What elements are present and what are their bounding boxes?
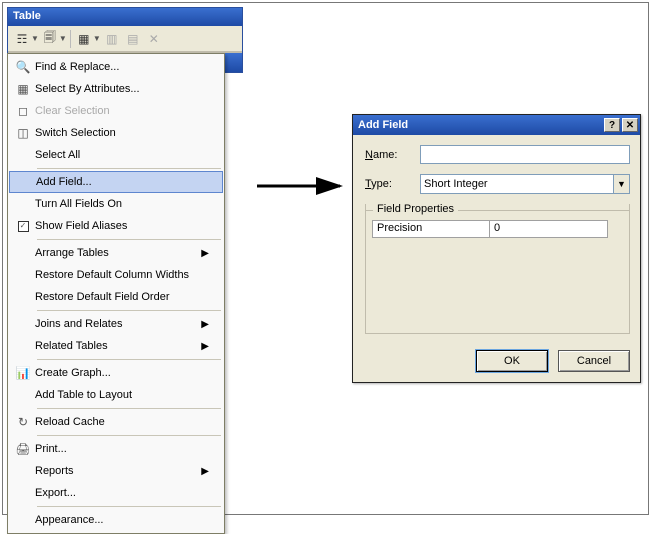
menu-item-select-all[interactable]: Select All (9, 144, 223, 166)
menu-item-reports[interactable]: Reports▶ (9, 460, 223, 482)
copy-icon[interactable]: 🗐 (40, 29, 60, 49)
cancel-button[interactable]: Cancel (558, 350, 630, 372)
menu-item-create-graph[interactable]: 📊Create Graph... (9, 362, 223, 384)
combobox-drop-icon[interactable]: ▼ (613, 175, 629, 193)
menu-item-clear-selection: ◻Clear Selection (9, 100, 223, 122)
menu-item-label: Restore Default Field Order (35, 291, 209, 303)
menu-item-export[interactable]: Export... (9, 482, 223, 504)
help-button[interactable]: ? (604, 118, 620, 132)
dropdown-icon[interactable]: ▼ (59, 34, 67, 43)
reports-icon (11, 460, 35, 482)
menu-item-label: Restore Default Column Widths (35, 269, 209, 281)
table-toolbar: ☶▼🗐▼▦▼▥▤✕ (8, 26, 242, 52)
annotation-arrow (255, 174, 350, 201)
menu-item-label: Export... (35, 487, 209, 499)
prop-name-cell[interactable]: Precision (372, 220, 490, 238)
menu-item-label: Clear Selection (35, 105, 209, 117)
reload-icon: ↻ (11, 411, 35, 433)
add-field-dialog: Add Field ? ✕ Name: Type: Short Integer … (352, 114, 641, 383)
submenu-arrow-icon: ▶ (201, 248, 209, 259)
menu-item-label: Print... (35, 443, 209, 455)
layout-icon (11, 384, 35, 406)
menu-item-switch-selection[interactable]: ◫Switch Selection (9, 122, 223, 144)
appearance-icon (11, 509, 35, 531)
export-icon (11, 482, 35, 504)
submenu-arrow-icon: ▶ (201, 341, 209, 352)
submenu-arrow-icon: ▶ (201, 466, 209, 477)
clear-sel-icon: ◻ (11, 100, 35, 122)
table-window-title: Table (8, 8, 242, 26)
list-icon[interactable]: ☶ (12, 29, 32, 49)
menu-item-label: Show Field Aliases (35, 220, 209, 232)
table-options-menu: 🔍Find & Replace...▦Select By Attributes.… (7, 53, 225, 534)
prop-value-cell[interactable]: 0 (490, 220, 608, 238)
menu-item-label: Find & Replace... (35, 61, 209, 73)
title-text: Table (13, 10, 41, 22)
group-title: Field Properties (373, 203, 458, 215)
arrange-icon (11, 242, 35, 264)
menu-item-label: Select By Attributes... (35, 83, 209, 95)
menu-item-label: Switch Selection (35, 127, 209, 139)
restore-widths-icon (11, 264, 35, 286)
menu-item-add-field[interactable]: Add Field... (9, 171, 223, 193)
menu-item-label: Create Graph... (35, 367, 209, 379)
menu-item-select-by-attributes[interactable]: ▦Select By Attributes... (9, 78, 223, 100)
grid-del-icon: ▤ (123, 29, 143, 49)
menu-item-show-field-aliases[interactable]: ✓Show Field Aliases (9, 215, 223, 237)
close-x-icon: ✕ (144, 29, 164, 49)
ok-button[interactable]: OK (476, 350, 548, 372)
fields-on-icon (11, 193, 35, 215)
close-button[interactable]: ✕ (622, 118, 638, 132)
menu-item-joins-and-relates[interactable]: Joins and Relates▶ (9, 313, 223, 335)
name-input[interactable] (420, 145, 630, 164)
menu-item-label: Turn All Fields On (35, 198, 209, 210)
menu-item-label: Add Table to Layout (35, 389, 209, 401)
print-icon: 🖨 (11, 438, 35, 460)
restore-order-icon (11, 286, 35, 308)
menu-item-turn-all-fields-on[interactable]: Turn All Fields On (9, 193, 223, 215)
switch-sel-icon: ◫ (11, 122, 35, 144)
binoculars-icon: 🔍 (11, 56, 35, 78)
dialog-title: Add Field (358, 119, 408, 131)
name-label: Name: (365, 149, 420, 161)
menu-item-restore-default-column-widths[interactable]: Restore Default Column Widths (9, 264, 223, 286)
table-icon[interactable]: ▦ (74, 29, 94, 49)
menu-item-label: Joins and Relates (35, 318, 201, 330)
field-properties-group: Field Properties Precision 0 (365, 204, 630, 334)
dropdown-icon[interactable]: ▼ (31, 34, 39, 43)
menu-item-label: Select All (35, 149, 209, 161)
menu-item-label: Reports (35, 465, 201, 477)
menu-item-restore-default-field-order[interactable]: Restore Default Field Order (9, 286, 223, 308)
menu-item-find-replace[interactable]: 🔍Find & Replace... (9, 56, 223, 78)
dropdown-icon[interactable]: ▼ (93, 34, 101, 43)
related-icon (11, 335, 35, 357)
type-combobox[interactable]: Short Integer ▼ (420, 174, 630, 194)
menu-item-appearance[interactable]: Appearance... (9, 509, 223, 531)
menu-item-add-table-to-layout[interactable]: Add Table to Layout (9, 384, 223, 406)
menu-item-related-tables[interactable]: Related Tables▶ (9, 335, 223, 357)
menu-item-label: Add Field... (36, 176, 208, 188)
menu-item-reload-cache[interactable]: ↻Reload Cache (9, 411, 223, 433)
menu-item-label: Appearance... (35, 514, 209, 526)
type-value: Short Integer (424, 178, 488, 190)
dialog-titlebar: Add Field ? ✕ (353, 115, 640, 135)
graph-icon: 📊 (11, 362, 35, 384)
type-label: Type: (365, 178, 420, 190)
aliases-icon: ✓ (11, 215, 35, 237)
select-attrs-icon: ▦ (11, 78, 35, 100)
add-field-icon (12, 172, 36, 192)
grid-add-icon: ▥ (102, 29, 122, 49)
menu-item-label: Arrange Tables (35, 247, 201, 259)
properties-row: Precision 0 (372, 220, 623, 238)
menu-item-arrange-tables[interactable]: Arrange Tables▶ (9, 242, 223, 264)
menu-item-label: Reload Cache (35, 416, 209, 428)
menu-item-label: Related Tables (35, 340, 201, 352)
joins-icon (11, 313, 35, 335)
select-all-icon (11, 144, 35, 166)
submenu-arrow-icon: ▶ (201, 319, 209, 330)
menu-item-print[interactable]: 🖨Print... (9, 438, 223, 460)
